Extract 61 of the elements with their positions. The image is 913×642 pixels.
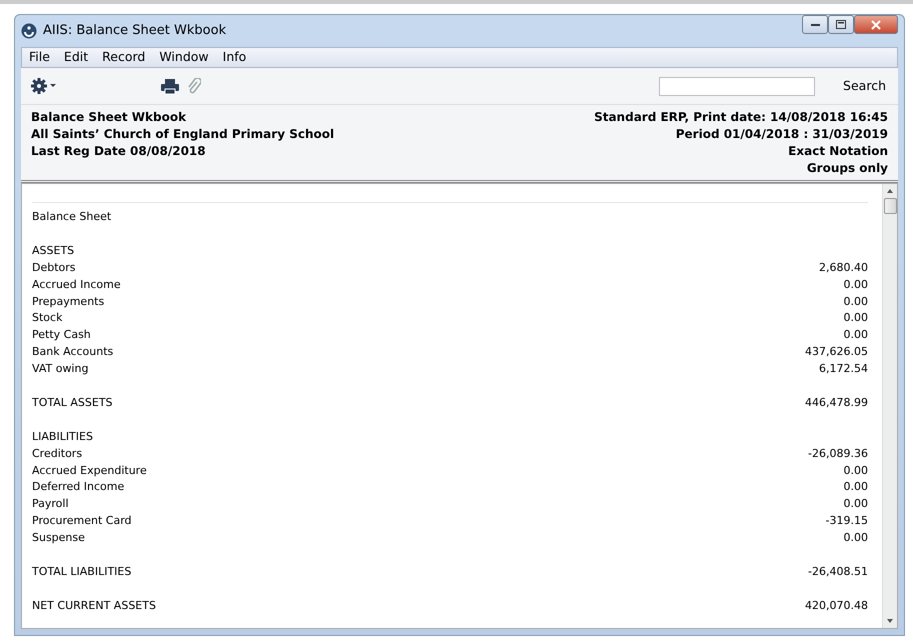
gear-icon[interactable] (31, 78, 57, 94)
row-label: LIABILITIES (32, 428, 93, 445)
row-label: Prepayments (32, 294, 104, 310)
paperclip-icon[interactable] (187, 78, 201, 94)
header-text: Standard ERP, Print date: 14/08/2018 16:45 (594, 109, 888, 126)
row-amount: 437,626.05 (805, 344, 868, 360)
search-field[interactable] (659, 76, 816, 96)
row-label: Procurement Card (32, 513, 132, 530)
row-amount: -26,089.36 (808, 446, 868, 462)
app-logo-icon (21, 23, 37, 39)
row-amount: 420,070.48 (805, 598, 868, 614)
close-button[interactable] (854, 15, 898, 34)
report-title: Balance Sheet (32, 202, 868, 226)
row-amount: 0.00 (844, 276, 868, 293)
row-amount: 0.00 (844, 462, 868, 479)
menu-item[interactable]: Record (95, 48, 152, 67)
scrollbar-thumb[interactable] (884, 198, 896, 214)
row-amount: 0.00 (844, 327, 868, 344)
row-label: Accrued Expenditure (32, 462, 147, 479)
row-amount: 446,478.99 (805, 394, 868, 411)
header-text: Period 01/04/2018 : 31/03/2019 (674, 126, 888, 143)
row-label: Stock (32, 310, 62, 326)
row-label: Deferred Income (32, 479, 124, 496)
minimize-icon (810, 23, 820, 26)
row-label: NET CURRENT ASSETS (32, 598, 156, 614)
menu-item[interactable]: Edit (56, 48, 96, 67)
window-title: AIIS: Balance Sheet Wkbook (43, 22, 226, 40)
header-text: Groups only (806, 160, 888, 177)
row-label: Accrued Income (32, 276, 121, 293)
header-text: Balance Sheet Wkbook (31, 109, 188, 126)
menu-item[interactable]: Info (216, 48, 254, 67)
row-amount: 0.00 (844, 496, 868, 512)
header-text: Exact Notation (787, 143, 888, 160)
row-label: ASSETS (32, 242, 74, 259)
close-icon (871, 20, 881, 30)
header-text: Last Reg Date 08/08/2018 (31, 143, 207, 160)
menu-item[interactable]: File (22, 48, 57, 67)
maximize-icon (836, 20, 846, 29)
row-label: Payroll (32, 496, 69, 512)
row-label: TOTAL ASSETS (32, 394, 113, 411)
row-label: Creditors (32, 446, 82, 462)
row-amount: 0.00 (844, 310, 868, 326)
row-amount: 6,172.54 (819, 361, 868, 378)
row-label: VAT owing (32, 361, 88, 378)
row-label: Debtors (32, 260, 76, 276)
row-amount: 0.00 (844, 479, 868, 496)
row-amount: 2,680.40 (819, 260, 868, 276)
row-label: Petty Cash (32, 327, 91, 344)
row-amount: -319.15 (826, 513, 868, 530)
menu-item[interactable]: Window (152, 48, 216, 67)
minimize-button[interactable] (802, 15, 828, 34)
search-button[interactable]: Search (841, 76, 888, 96)
row-label: TOTAL LIABILITIES (32, 564, 132, 580)
header-text: All Saints’ Church of England Primary School (31, 126, 334, 143)
maximize-button[interactable] (828, 15, 854, 34)
row-amount: -26,408.51 (808, 564, 868, 580)
row-label: Bank Accounts (32, 344, 114, 360)
row-amount: 0.00 (844, 294, 868, 310)
row-amount: 0.00 (844, 530, 868, 546)
row-label: Suspense (32, 530, 85, 546)
printer-icon[interactable] (161, 78, 179, 94)
